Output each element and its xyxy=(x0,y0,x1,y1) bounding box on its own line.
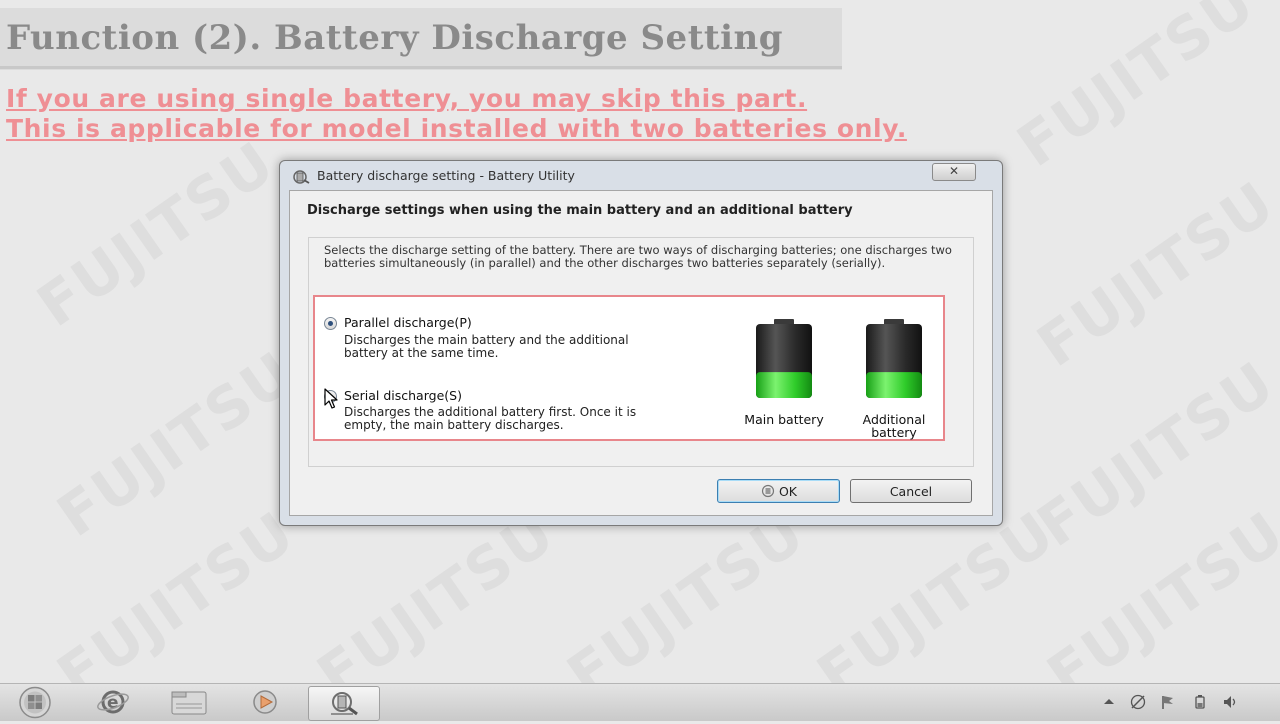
show-hidden-icons-arrow[interactable] xyxy=(1101,694,1117,710)
parallel-discharge-label[interactable]: Parallel discharge(P) xyxy=(344,315,472,330)
shield-icon xyxy=(761,484,775,498)
close-button[interactable]: ✕ xyxy=(932,163,976,181)
note-line-2: This is applicable for model installed w… xyxy=(6,114,907,143)
additional-battery-label-line: battery xyxy=(871,425,917,440)
battery-discharge-dialog: Battery discharge setting - Battery Util… xyxy=(279,160,1003,526)
taskbar-battery-utility[interactable] xyxy=(308,686,380,721)
discharge-group: Selects the discharge setting of the bat… xyxy=(308,237,974,467)
battery-utility-icon xyxy=(293,170,310,184)
taskbar-media-player[interactable] xyxy=(230,686,300,719)
ok-button-label: OK xyxy=(778,483,798,499)
ok-button[interactable]: OK xyxy=(717,479,840,503)
additional-battery-label: Additional battery xyxy=(849,413,939,439)
media-player-icon xyxy=(253,690,277,714)
watermark-text: FUJITSU xyxy=(805,498,1068,710)
slide-title-underline xyxy=(0,66,842,69)
note-line-1: If you are using single battery, you may… xyxy=(6,84,808,113)
main-battery-icon xyxy=(756,319,812,398)
serial-desc-line: empty, the main battery discharges. xyxy=(344,418,564,432)
watermark-text: FUJITSU xyxy=(1005,0,1268,180)
additional-battery-charge xyxy=(866,372,922,398)
parallel-desc-line: battery at the same time. xyxy=(344,346,499,360)
cancel-button[interactable]: Cancel xyxy=(850,479,972,503)
slide-title: Function (2). Battery Discharge Setting xyxy=(6,18,784,58)
internet-explorer-icon: e xyxy=(97,690,129,714)
dialog-title: Battery discharge setting - Battery Util… xyxy=(317,168,575,183)
action-center-flag-icon[interactable] xyxy=(1160,694,1176,710)
dialog-content: Discharge settings when using the main b… xyxy=(289,190,993,516)
battery-utility-icon xyxy=(331,692,358,716)
cancel-button-label: Cancel xyxy=(889,483,933,499)
discharge-options-box: Parallel discharge(P) Discharges the mai… xyxy=(313,295,945,441)
watermark-text: FUJITSU xyxy=(1025,168,1280,380)
watermark-text: FUJITSU xyxy=(305,498,568,710)
volume-icon[interactable] xyxy=(1222,694,1238,710)
dialog-heading: Discharge settings when using the main b… xyxy=(307,203,853,218)
taskbar-internet-explorer[interactable]: e xyxy=(78,686,148,719)
mouse-cursor-icon xyxy=(324,388,338,409)
main-battery-label: Main battery xyxy=(744,412,824,427)
taskbar: e xyxy=(0,683,1280,721)
group-description: Selects the discharge setting of the bat… xyxy=(324,243,952,270)
additional-battery-icon xyxy=(866,319,922,398)
serial-discharge-description: Discharges the additional battery first.… xyxy=(344,406,684,432)
taskbar-file-explorer[interactable] xyxy=(154,686,224,719)
start-button[interactable] xyxy=(13,685,57,720)
watermark-text: FUJITSU xyxy=(25,128,288,340)
parallel-discharge-description: Discharges the main battery and the addi… xyxy=(344,334,684,360)
power-icon[interactable] xyxy=(1192,694,1208,710)
watermark-text: FUJITSU xyxy=(555,498,818,710)
main-battery-charge xyxy=(756,372,812,398)
file-explorer-icon xyxy=(171,691,207,715)
parallel-discharge-radio[interactable] xyxy=(324,317,337,330)
network-icon[interactable] xyxy=(1130,694,1146,710)
serial-discharge-label[interactable]: Serial discharge(S) xyxy=(344,388,462,403)
